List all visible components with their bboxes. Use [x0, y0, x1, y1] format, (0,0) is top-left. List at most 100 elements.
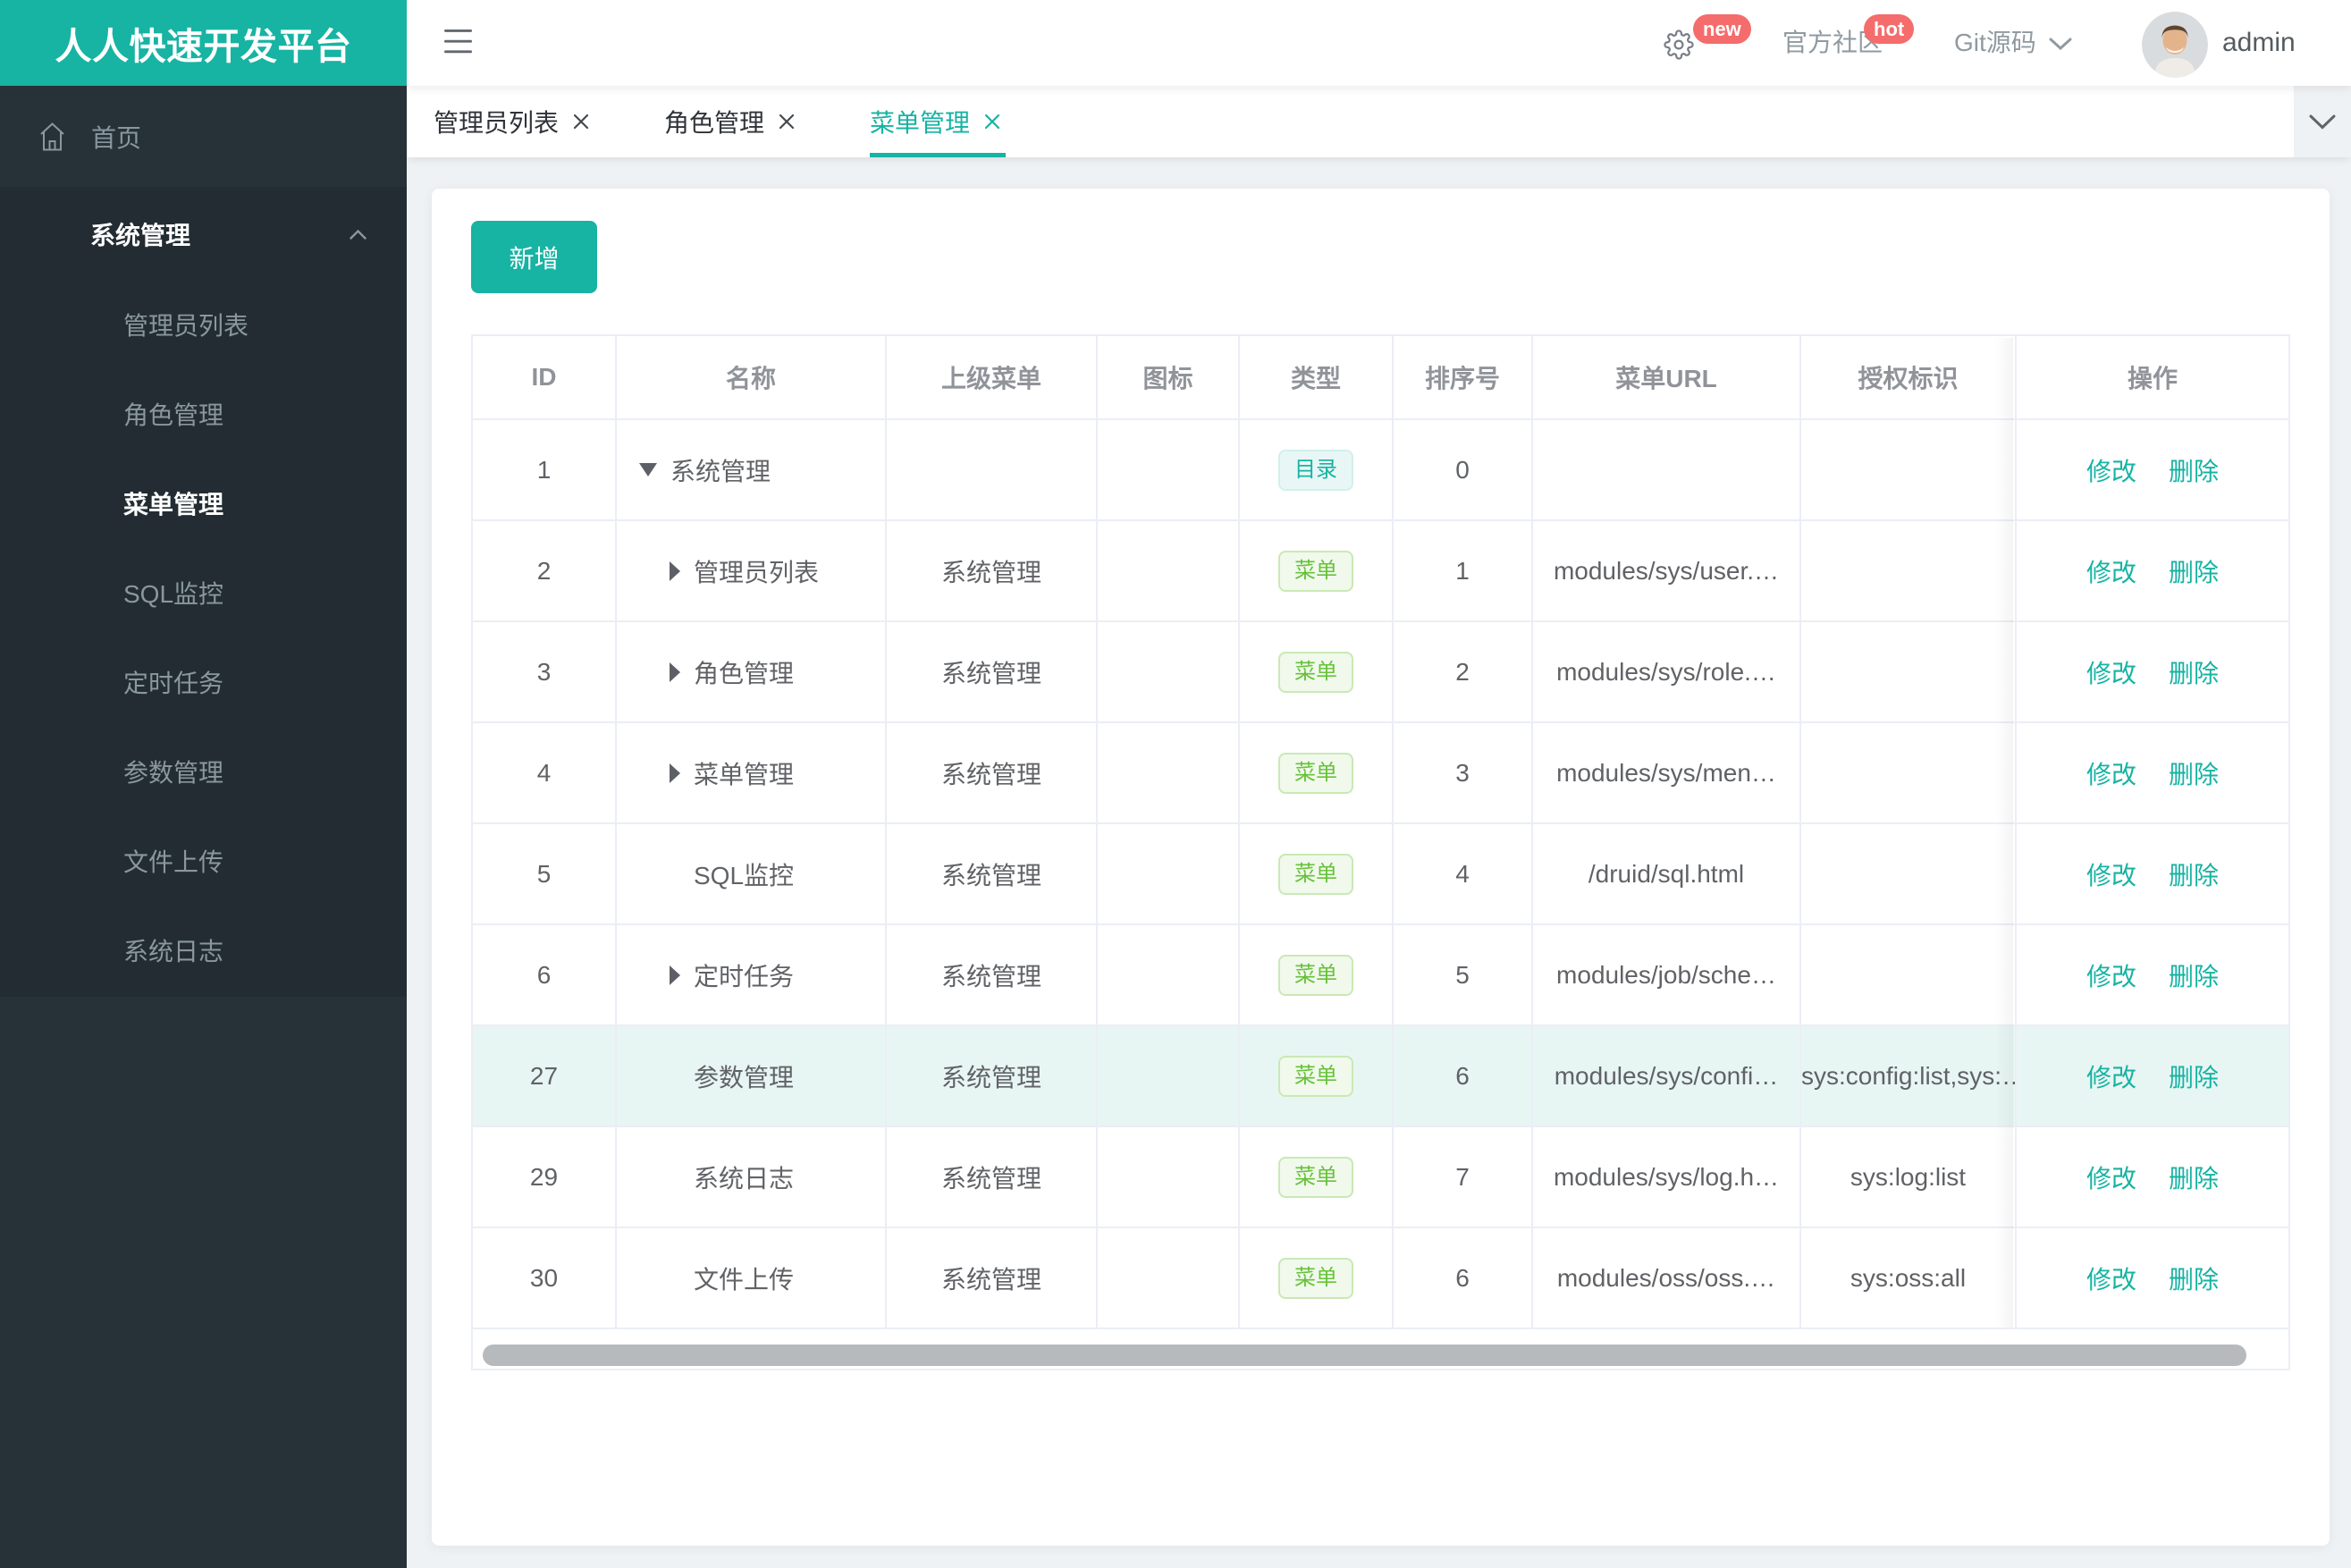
settings-button[interactable] — [1664, 30, 1694, 60]
menu-name-text: 管理员列表 — [694, 558, 820, 586]
cell-perms — [1800, 419, 2017, 521]
tab-close-icon[interactable] — [573, 114, 589, 130]
add-button[interactable]: 新增 — [471, 221, 597, 293]
menu-name-text: 文件上传 — [694, 1265, 795, 1294]
cell-type: 菜单 — [1239, 621, 1394, 723]
cell-order: 4 — [1393, 823, 1533, 925]
sidebar-item-0[interactable]: 管理员列表 — [0, 282, 407, 371]
sidebar-item-7[interactable]: 系统日志 — [0, 907, 407, 997]
avatar-image — [2142, 12, 2208, 78]
cell-parent-menu: 系统管理 — [886, 924, 1098, 1026]
cell-perms — [1800, 924, 2017, 1026]
cell-type: 菜单 — [1239, 924, 1394, 1026]
cell-icon — [1097, 1126, 1240, 1228]
expand-arrow-right-icon[interactable] — [670, 763, 680, 783]
cell-icon — [1097, 1227, 1240, 1329]
delete-link[interactable]: 删除 — [2169, 1266, 2219, 1294]
column-header-1: 名称 — [616, 336, 887, 420]
edit-link[interactable]: 修改 — [2086, 761, 2136, 788]
edit-link[interactable]: 修改 — [2086, 963, 2136, 991]
table-row-2: 2 管理员列表 系统管理 菜单 1 modules/sys/user.… 修改 删除 — [473, 520, 2288, 622]
cell-icon — [1097, 520, 1240, 622]
cell-order: 2 — [1393, 621, 1533, 723]
delete-link[interactable]: 删除 — [2169, 559, 2219, 586]
edit-link[interactable]: 修改 — [2086, 1266, 2136, 1294]
scrollbar-thumb[interactable] — [483, 1345, 2246, 1366]
tabs-menu-button[interactable] — [2294, 86, 2351, 157]
expand-arrow-right-icon[interactable] — [670, 662, 680, 682]
delete-link[interactable]: 删除 — [2169, 1165, 2219, 1193]
edit-link[interactable]: 修改 — [2086, 458, 2136, 485]
sidebar-item-3[interactable]: SQL监控 — [0, 550, 407, 639]
cell-type: 菜单 — [1239, 823, 1394, 925]
avatar[interactable] — [2142, 12, 2208, 78]
sidebar-toggle-button[interactable] — [444, 30, 472, 54]
edit-link[interactable]: 修改 — [2086, 862, 2136, 889]
cell-parent-menu: 系统管理 — [886, 722, 1098, 824]
cell-id: 4 — [473, 722, 617, 824]
edit-link[interactable]: 修改 — [2086, 660, 2136, 687]
tab-close-icon[interactable] — [984, 114, 1000, 130]
sidebar-item-1[interactable]: 角色管理 — [0, 371, 407, 460]
delete-link[interactable]: 删除 — [2169, 660, 2219, 687]
edit-link[interactable]: 修改 — [2086, 559, 2136, 586]
delete-link[interactable]: 删除 — [2169, 862, 2219, 889]
cell-url: /druid/sql.html — [1532, 823, 1801, 925]
cell-id: 2 — [473, 520, 617, 622]
cell-actions: 修改 删除 — [2016, 520, 2288, 622]
cell-parent-menu: 系统管理 — [886, 1227, 1098, 1329]
cell-parent-menu: 系统管理 — [886, 1025, 1098, 1127]
sidebar-group-label: 系统管理 — [90, 222, 191, 249]
cell-type: 目录 — [1239, 419, 1394, 521]
sidebar-item-4[interactable]: 定时任务 — [0, 639, 407, 729]
menu-name-text: 参数管理 — [694, 1063, 795, 1092]
tabs-chevron-down-icon — [2309, 114, 2336, 130]
cell-icon — [1097, 823, 1240, 925]
tab-2[interactable]: 菜单管理 — [870, 86, 1007, 157]
cell-url: modules/job/sche… — [1532, 924, 1801, 1026]
cell-type: 菜单 — [1239, 1126, 1394, 1228]
edit-link[interactable]: 修改 — [2086, 1064, 2136, 1092]
git-source-dropdown[interactable]: Git源码 — [1954, 0, 2036, 86]
menu-name-text: 菜单管理 — [694, 760, 795, 788]
sidebar-item-home[interactable]: 首页 — [0, 86, 407, 187]
tab-close-icon[interactable] — [779, 114, 795, 130]
delete-link[interactable]: 删除 — [2169, 963, 2219, 991]
cell-perms — [1800, 520, 2017, 622]
delete-link[interactable]: 删除 — [2169, 761, 2219, 788]
column-header-2: 上级菜单 — [886, 336, 1098, 420]
sidebar-item-5[interactable]: 参数管理 — [0, 729, 407, 818]
cell-order: 7 — [1393, 1126, 1533, 1228]
cell-order: 0 — [1393, 419, 1533, 521]
cell-id: 30 — [473, 1227, 617, 1329]
cell-perms: sys:log:list — [1800, 1126, 2017, 1228]
cell-name: 文件上传 — [616, 1227, 887, 1329]
tab-0[interactable]: 管理员列表 — [434, 86, 589, 157]
username-label[interactable]: admin — [2222, 0, 2296, 86]
expand-arrow-right-icon[interactable] — [670, 965, 680, 985]
cell-perms: sys:oss:all — [1800, 1227, 2017, 1329]
table-header-row: ID 名称 上级菜单 图标 类型 排序号 菜单URL 授权标识 操作 — [473, 336, 2288, 420]
sidebar-item-2[interactable]: 菜单管理 — [0, 460, 407, 550]
sidebar-item-6[interactable]: 文件上传 — [0, 818, 407, 907]
edit-link[interactable]: 修改 — [2086, 1165, 2136, 1193]
type-tag-menu: 菜单 — [1278, 853, 1353, 895]
tab-1[interactable]: 角色管理 — [664, 86, 795, 157]
cell-id: 5 — [473, 823, 617, 925]
delete-link[interactable]: 删除 — [2169, 458, 2219, 485]
table-row-3: 3 角色管理 系统管理 菜单 2 modules/sys/role.… 修改 删除 — [473, 621, 2288, 723]
brand-logo: 人人快速开发平台 — [0, 0, 407, 86]
git-chevron-down-icon[interactable] — [2049, 38, 2072, 50]
sidebar: 首页 系统管理 管理员列表 角色管理 菜单管理 SQL监控 定时任务 参数管理 文件上传 系统… — [0, 86, 407, 1568]
sidebar-group-system[interactable]: 系统管理 — [0, 187, 407, 282]
type-tag-menu: 菜单 — [1278, 1156, 1353, 1198]
expand-arrow-down-icon[interactable] — [639, 463, 657, 476]
cell-icon — [1097, 621, 1240, 723]
cell-order: 6 — [1393, 1227, 1533, 1329]
community-link[interactable]: 官方社区 — [1782, 0, 1883, 86]
cell-id: 3 — [473, 621, 617, 723]
delete-link[interactable]: 删除 — [2169, 1064, 2219, 1092]
cell-name: 角色管理 — [616, 621, 887, 723]
type-tag-menu: 菜单 — [1278, 1055, 1353, 1097]
expand-arrow-right-icon[interactable] — [670, 561, 680, 581]
